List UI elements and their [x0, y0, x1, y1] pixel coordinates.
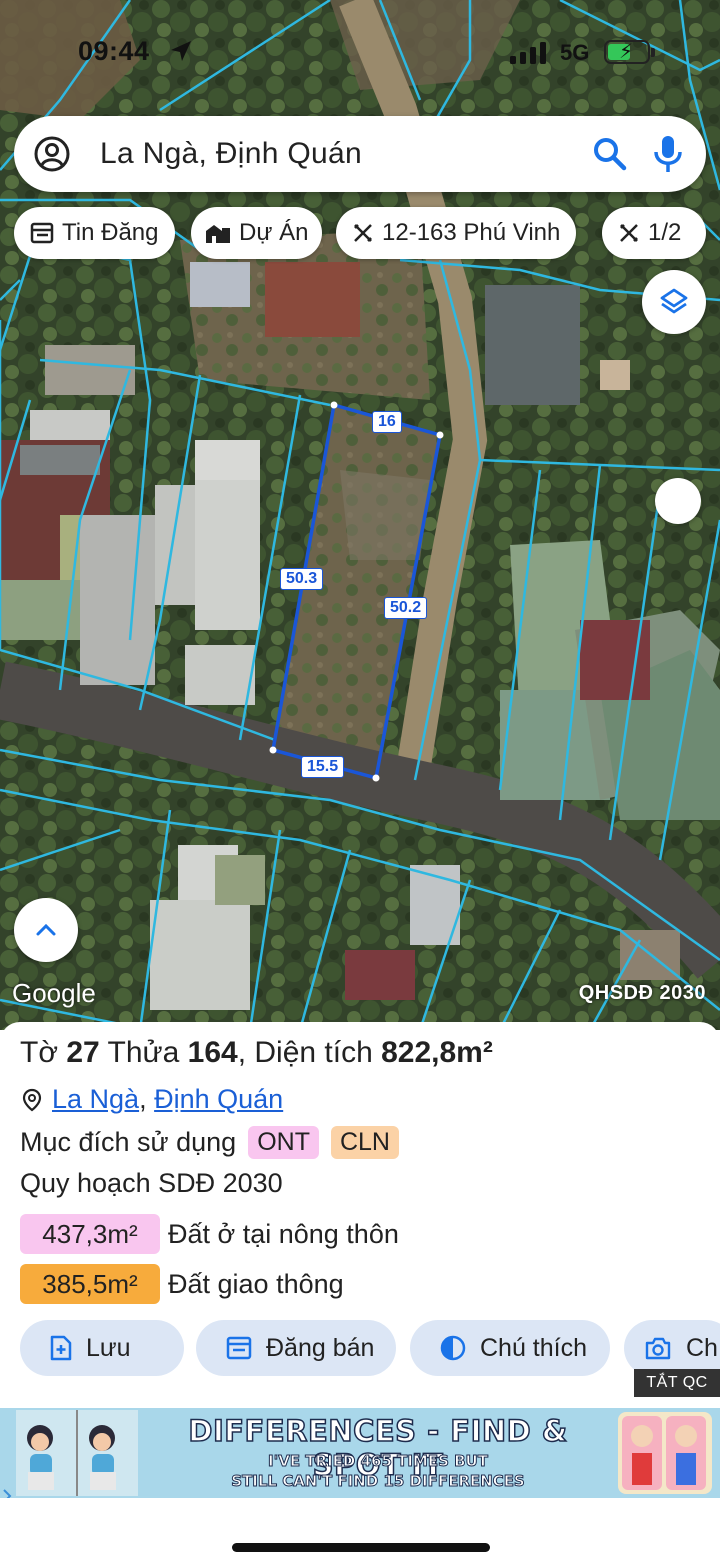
home-indicator[interactable] — [232, 1543, 490, 1552]
purpose-tag-cln[interactable]: CLN — [330, 1126, 399, 1159]
chip-parcel-ref[interactable]: 12-163 Phú Vinh — [336, 207, 577, 259]
account-icon[interactable] — [34, 136, 70, 172]
search-icon[interactable] — [592, 136, 628, 172]
commune-link[interactable]: La Ngà — [52, 1084, 139, 1115]
zone-area: 437,3m² — [20, 1214, 160, 1254]
post-for-sale-label: Đăng bán — [266, 1333, 375, 1362]
parcel-info-sheet: Tờ 27 Thửa 164, Diện tích 822,8m² La Ngà… — [0, 1022, 720, 1412]
chip-page[interactable]: 1/2 — [602, 207, 706, 259]
sheet-number: 27 — [66, 1036, 100, 1069]
location-arrow-icon — [171, 41, 191, 61]
save-button[interactable]: Lưu — [20, 1320, 184, 1376]
zone-area: 385,5m² — [20, 1264, 160, 1304]
search-input[interactable]: La Ngà, Định Quán — [100, 137, 362, 171]
battery-icon: ⚡ — [604, 40, 655, 64]
ruler-icon — [620, 224, 638, 242]
save-label: Lưu — [86, 1333, 131, 1362]
plan-title: Quy hoạch SDĐ 2030 — [20, 1168, 283, 1198]
chip-label: 1/2 — [648, 219, 682, 246]
add-photo-icon — [645, 1337, 671, 1360]
chip-listings[interactable]: Tin Đăng — [14, 207, 175, 259]
buildings-icon — [206, 225, 230, 243]
search-bar[interactable]: La Ngà, Định Quán — [14, 116, 706, 192]
legend-button[interactable]: Chú thích — [410, 1320, 610, 1376]
area-label: , Diện tích — [237, 1036, 373, 1069]
camera-button[interactable]: Ch — [624, 1320, 720, 1376]
post-for-sale-button[interactable]: Đăng bán — [196, 1320, 396, 1376]
ad-subtitle-line2: STILL CAN'T FIND 15 DIFFERENCES — [231, 1472, 526, 1491]
plan-layer-label: QHSDĐ 2030 — [578, 982, 706, 1004]
ad-close-button[interactable]: TẮT QC — [634, 1369, 720, 1397]
network-type: 5G — [560, 40, 590, 65]
chip-label: Tin Đăng — [62, 219, 159, 246]
cellular-signal-icon — [510, 42, 546, 64]
zone-row: 437,3m² Đất ở tại nông thôn — [20, 1214, 399, 1254]
parcel-title: Tờ 27 Thửa 164, Diện tích 822,8m² — [20, 1036, 493, 1070]
purpose-label: Mục đích sử dụng — [20, 1127, 237, 1157]
zone-row: 385,5m² Đất giao thông — [20, 1264, 344, 1304]
layers-button[interactable] — [642, 270, 706, 334]
listing-icon — [30, 222, 54, 244]
zone-label: Đất giao thông — [168, 1268, 344, 1299]
chip-projects[interactable]: Dự Án — [191, 207, 323, 259]
edge-length-left: 50.3 — [280, 568, 324, 590]
ruler-icon — [354, 224, 372, 242]
sheet-label: Tờ — [20, 1036, 58, 1069]
edge-length-bottom: 15.5 — [301, 756, 345, 778]
status-time: 09:44 — [78, 36, 150, 66]
camera-label: Ch — [686, 1333, 718, 1362]
edge-length-right: 50.2 — [384, 597, 428, 619]
layers-icon — [660, 288, 688, 314]
microphone-icon[interactable] — [652, 134, 684, 174]
legend-label: Chú thích — [480, 1333, 588, 1362]
district-link[interactable]: Định Quán — [154, 1084, 283, 1115]
listing-icon — [226, 1336, 252, 1360]
zone-label: Đất ở tại nông thôn — [168, 1218, 399, 1249]
location-pin-icon — [22, 1088, 42, 1111]
chip-label: 12-163 Phú Vinh — [382, 219, 561, 246]
plot-label: Thửa — [107, 1036, 180, 1069]
purpose-row: Mục đích sử dụng ONT CLN — [20, 1126, 399, 1159]
chip-label: Dự Án — [239, 219, 309, 246]
location-row: La Ngà, Định Quán — [22, 1084, 283, 1115]
ad-banner[interactable]: DIFFERENCES - FIND & SPOT IT I'VE TRIED … — [0, 1408, 720, 1498]
ad-subtitle-line1: I'VE TRIED 465 TIMES BUT — [268, 1452, 489, 1471]
purpose-tag-ont[interactable]: ONT — [248, 1126, 319, 1159]
status-bar: 09:44 5G ⚡ — [0, 0, 720, 104]
contrast-icon — [440, 1335, 466, 1361]
google-logo: Google — [12, 978, 96, 1008]
edge-length-top: 16 — [372, 411, 402, 433]
chevron-up-icon — [36, 923, 56, 936]
expand-up-button[interactable] — [14, 898, 78, 962]
map-view[interactable]: 16 50.3 50.2 15.5 09:44 5G ⚡ La Ngà, Địn… — [0, 0, 720, 1030]
plot-number: 164 — [187, 1036, 238, 1069]
parcel-area: 822,8m² — [381, 1036, 493, 1069]
scroll-handle-button[interactable] — [655, 478, 701, 524]
add-file-icon — [50, 1335, 72, 1361]
